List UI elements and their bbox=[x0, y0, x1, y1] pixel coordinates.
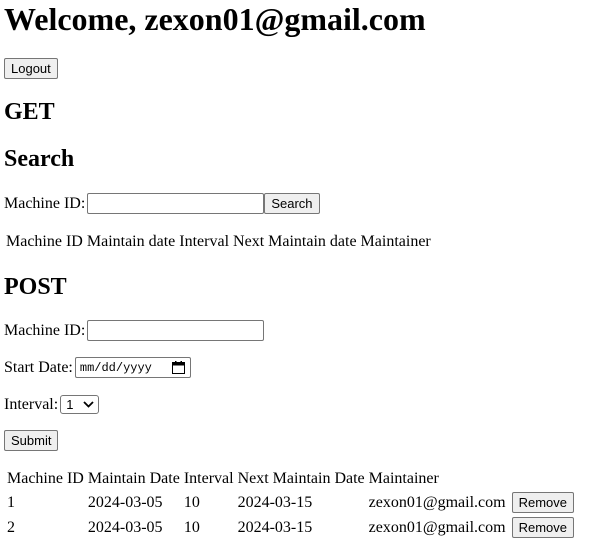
table-row: 1 2024-03-05 10 2024-03-15 zexon01@gmail… bbox=[6, 491, 575, 514]
cell-interval: 10 bbox=[183, 518, 200, 536]
col-action bbox=[509, 469, 575, 489]
start-date-row: Start Date: mm/dd/yyyy bbox=[4, 357, 191, 378]
cell-machine-id: 2 bbox=[7, 518, 15, 536]
search-col-interval: Interval bbox=[179, 233, 230, 250]
cell-maintainer: zexon01@gmail.com bbox=[368, 518, 506, 536]
get-heading: GET bbox=[4, 99, 55, 125]
remove-button[interactable]: Remove bbox=[511, 517, 574, 538]
post-machine-id-input[interactable] bbox=[87, 320, 265, 341]
remove-button[interactable]: Remove bbox=[511, 492, 574, 513]
cell-action: Remove bbox=[509, 516, 575, 539]
table-row: 2 2024-03-05 10 2024-03-15 zexon01@gmail… bbox=[6, 516, 575, 539]
cell-machine-id: 1 bbox=[7, 493, 15, 511]
col-interval: Interval bbox=[183, 470, 234, 487]
post-heading: POST bbox=[4, 274, 67, 300]
search-col-maintain-date: Maintain date bbox=[86, 233, 176, 250]
cell-interval: 10 bbox=[183, 493, 200, 511]
interval-selected-value: 1 bbox=[66, 397, 74, 412]
post-machine-id-label: Machine ID: bbox=[4, 321, 86, 339]
col-maintain-date: Maintain Date bbox=[87, 470, 180, 487]
interval-label: Interval: bbox=[4, 395, 59, 413]
cell-next-maintain-date: 2024-03-15 bbox=[237, 493, 313, 511]
cell-next-maintain-date: 2024-03-15 bbox=[237, 518, 313, 536]
col-next-maintain-date: Next Maintain Date bbox=[237, 470, 365, 487]
submit-button[interactable]: Submit bbox=[4, 430, 59, 451]
col-machine-id: Machine ID bbox=[7, 470, 84, 487]
search-col-machine-id: Machine ID bbox=[6, 233, 83, 250]
calendar-icon[interactable] bbox=[171, 361, 185, 374]
records-table: Machine ID Maintain Date Interval Next M… bbox=[4, 467, 577, 541]
search-results-header: Machine ID Maintain date Interval Next Main… bbox=[6, 233, 435, 251]
search-col-maintainer: Maintainer bbox=[360, 233, 431, 250]
welcome-heading: Welcome, zexon01@gmail.com bbox=[4, 1, 426, 37]
search-machine-id-label: Machine ID: bbox=[4, 194, 86, 212]
search-row: Machine ID: Search bbox=[4, 193, 320, 214]
cell-maintainer: zexon01@gmail.com bbox=[368, 493, 506, 511]
search-button[interactable]: Search bbox=[264, 193, 320, 214]
chevron-down-icon bbox=[83, 401, 94, 408]
records-header-row: Machine ID Maintain Date Interval Next M… bbox=[6, 469, 575, 489]
cell-maintain-date: 2024-03-05 bbox=[87, 518, 163, 536]
start-date-input[interactable]: mm/dd/yyyy bbox=[74, 357, 191, 378]
post-machine-id-row: Machine ID: bbox=[4, 320, 265, 341]
start-date-placeholder: mm/dd/yyyy bbox=[79, 360, 152, 375]
interval-select[interactable]: 1 bbox=[60, 395, 100, 414]
cell-maintain-date: 2024-03-05 bbox=[87, 493, 163, 511]
col-maintainer: Maintainer bbox=[368, 470, 439, 487]
interval-row: Interval: 1 bbox=[4, 395, 100, 414]
search-col-next-maintain-date: Next Maintain date bbox=[233, 233, 357, 250]
logout-button[interactable]: Logout bbox=[4, 58, 58, 79]
search-machine-id-input[interactable] bbox=[87, 193, 265, 214]
start-date-label: Start Date: bbox=[4, 358, 73, 376]
search-heading: Search bbox=[4, 146, 75, 172]
cell-action: Remove bbox=[509, 491, 575, 514]
